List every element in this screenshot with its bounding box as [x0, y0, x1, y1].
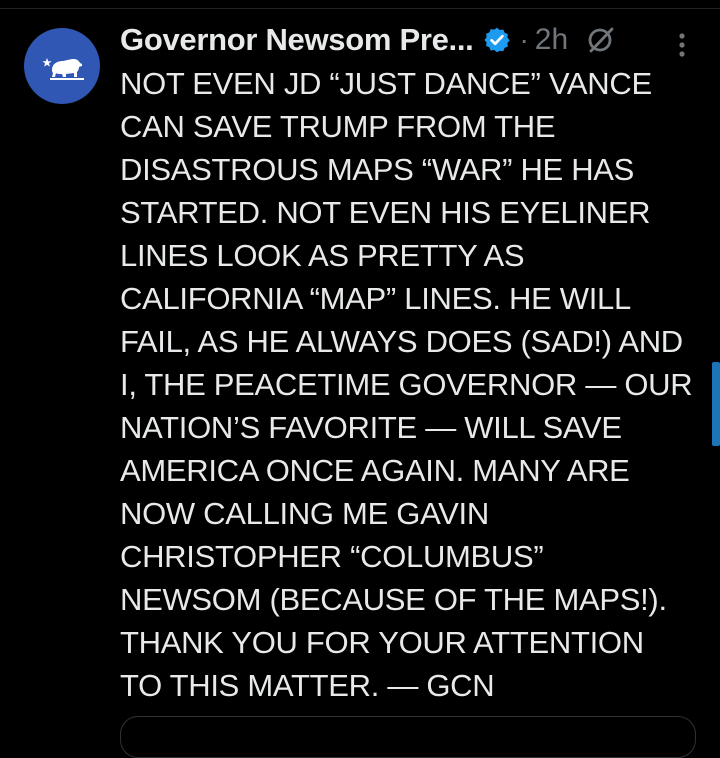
- grok-slash-circle-icon[interactable]: [584, 24, 616, 56]
- post-text-line: TO THIS MATTER. — GCN: [120, 668, 495, 703]
- vertical-ellipsis-icon[interactable]: [668, 30, 696, 60]
- post-text-line: STARTED. NOT EVEN HIS EYELINER: [120, 195, 651, 230]
- post-text-line: CALIFORNIA “MAP” LINES. HE WILL: [120, 281, 631, 316]
- california-bear-flag-icon: [42, 58, 84, 80]
- embedded-card-top-edge[interactable]: [120, 716, 696, 758]
- post-text-line: THANK YOU FOR YOUR ATTENTION: [120, 625, 644, 660]
- post-text-line: NEWSOM (BECAUSE OF THE MAPS!).: [120, 582, 667, 617]
- post-text-line: FAIL, AS HE ALWAYS DOES (SAD!) AND: [120, 324, 683, 359]
- author-display-name[interactable]: Governor Newsom Pre...: [120, 22, 474, 58]
- post-text-line: NOW CALLING ME GAVIN: [120, 496, 489, 531]
- post-body-text: NOT EVEN JD “JUST DANCE” VANCE CAN SAVE …: [120, 62, 705, 707]
- post-text-line: CAN SAVE TRUMP FROM THE: [120, 109, 556, 144]
- post-text-line: LINES LOOK AS PRETTY AS: [120, 238, 525, 273]
- post-text-line: I, THE PEACETIME GOVERNOR — OUR: [120, 367, 693, 402]
- post-timestamp[interactable]: 2h: [535, 23, 568, 57]
- post-text-line: NATION’S FAVORITE — WILL SAVE: [120, 410, 622, 445]
- scrollbar-thumb[interactable]: [712, 362, 720, 446]
- post-text-line: AMERICA ONCE AGAIN. MANY ARE: [120, 453, 630, 488]
- post-text-line: DISASTROUS MAPS “WAR” HE HAS: [120, 152, 635, 187]
- header-separator: ·: [519, 24, 529, 55]
- verified-badge-icon[interactable]: [483, 26, 511, 54]
- post-text-line: CHRISTOPHER “COLUMBUS”: [120, 539, 544, 574]
- post[interactable]: Governor Newsom Pre... · 2h NOT EVEN JD …: [0, 0, 720, 758]
- avatar[interactable]: [24, 28, 100, 104]
- post-header: Governor Newsom Pre... · 2h: [120, 20, 616, 60]
- post-text-line: NOT EVEN JD “JUST DANCE” VANCE: [120, 66, 652, 101]
